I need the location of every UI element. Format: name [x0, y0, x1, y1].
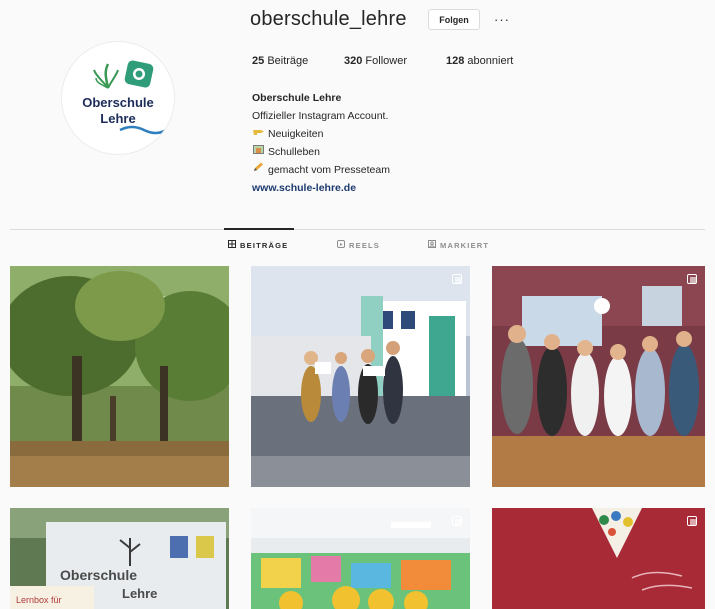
bio-line2-text: Neuigkeiten	[268, 128, 324, 140]
svg-text:Oberschule: Oberschule	[60, 567, 137, 583]
profile-bio: Oberschule Lehre Offizieller Instagram A…	[252, 89, 390, 197]
bio-line4-text: gemacht vom Presseteam	[268, 164, 390, 176]
tab-reels-label: REELS	[349, 240, 381, 250]
logo-text-line1: Oberschule	[82, 95, 154, 110]
posts-count: 25	[252, 55, 265, 67]
followers-label: Follower	[365, 55, 407, 67]
more-options-icon[interactable]: ···	[490, 9, 514, 30]
tab-posts-label: BEITRÄGE	[240, 240, 289, 250]
following-label: abonniert	[467, 55, 514, 67]
grid-icon	[228, 240, 236, 250]
post-school-sign-image: Oberschule Lehre Lernbox für	[10, 508, 229, 609]
multiple-photos-icon	[452, 274, 462, 284]
tab-tagged-label: MARKIERT	[440, 240, 490, 250]
following-stat[interactable]: 128 abonniert	[446, 55, 513, 67]
post-decorated-room[interactable]	[251, 508, 470, 609]
multiple-photos-icon	[687, 274, 697, 284]
post-decorated-room-image	[251, 508, 470, 609]
tabs-divider	[10, 229, 705, 230]
profile-header: Oberschule Lehre oberschule_lehre Folgen…	[0, 0, 715, 225]
active-tab-indicator	[224, 228, 294, 230]
profile-username: oberschule_lehre	[250, 8, 407, 30]
multiple-photos-icon	[452, 516, 462, 526]
svg-text:Lernbox für: Lernbox für	[16, 595, 62, 605]
svg-text:Lehre: Lehre	[122, 586, 157, 601]
posts-label: Beiträge	[267, 55, 309, 67]
post-award-ceremony[interactable]	[251, 266, 470, 487]
school-photo-icon	[252, 143, 265, 161]
pointing-hand-icon	[252, 125, 265, 143]
tab-posts[interactable]: BEITRÄGE	[228, 240, 288, 250]
posts-stat: 25 Beiträge	[252, 55, 308, 67]
following-count: 128	[446, 55, 465, 67]
post-trees[interactable]	[10, 266, 229, 487]
avatar[interactable]: Oberschule Lehre	[62, 42, 174, 154]
tab-tagged[interactable]: MARKIERT	[428, 240, 489, 250]
tab-reels[interactable]: REELS	[337, 240, 380, 250]
post-classroom-group-image	[492, 266, 705, 487]
logo-text-line2: Lehre	[100, 111, 136, 126]
bio-name: Oberschule Lehre	[252, 92, 342, 104]
bio-line3-text: Schulleben	[268, 146, 320, 158]
reels-icon	[337, 240, 345, 250]
post-trees-image	[10, 266, 229, 487]
post-red-heart-art[interactable]	[492, 508, 705, 609]
post-red-heart-art-image	[492, 508, 705, 609]
bio-line1: Offizieller Instagram Account.	[252, 110, 389, 122]
followers-count: 320	[344, 55, 363, 67]
post-award-ceremony-image	[251, 266, 470, 487]
tagged-icon	[428, 240, 436, 250]
followers-stat[interactable]: 320 Follower	[344, 55, 407, 67]
website-link[interactable]: www.schule-lehre.de	[252, 179, 390, 197]
follow-button[interactable]: Folgen	[428, 9, 480, 30]
bio-line2: Neuigkeiten	[252, 125, 390, 143]
post-classroom-group[interactable]	[492, 266, 705, 487]
bio-line4: gemacht vom Presseteam	[252, 161, 390, 179]
post-school-sign[interactable]: Oberschule Lehre Lernbox für	[10, 508, 229, 609]
multiple-photos-icon	[687, 516, 697, 526]
bio-line3: Schulleben	[252, 143, 390, 161]
pencil-icon	[252, 161, 265, 179]
